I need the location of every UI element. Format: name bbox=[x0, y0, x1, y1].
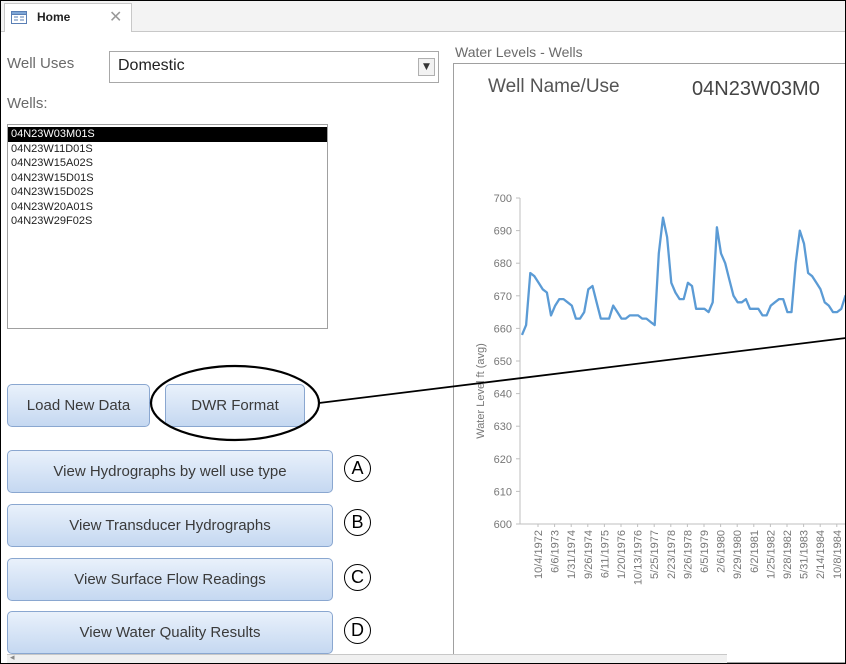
annotation-overlay bbox=[149, 337, 846, 442]
callout-ellipse bbox=[149, 364, 321, 442]
callout-line bbox=[318, 337, 846, 404]
